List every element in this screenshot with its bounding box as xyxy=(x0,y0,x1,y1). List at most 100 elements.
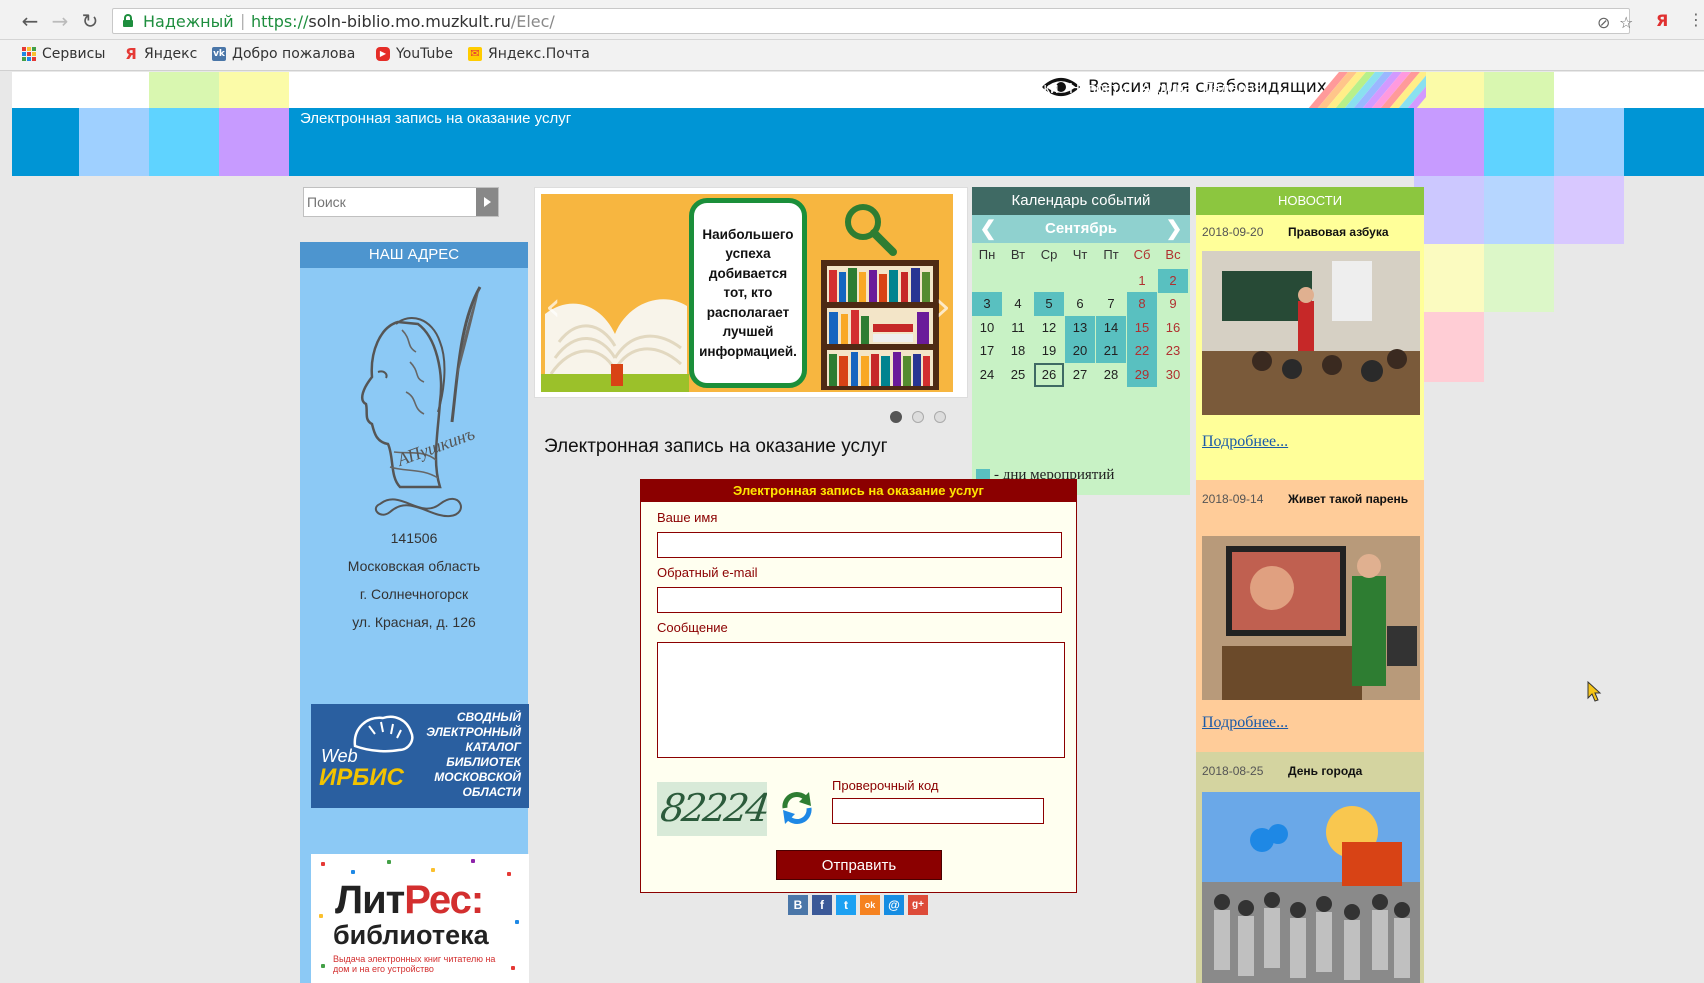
search-input[interactable] xyxy=(304,188,476,216)
calendar-day[interactable]: 15 xyxy=(1127,315,1157,340)
calendar-day: 26 xyxy=(1034,362,1064,387)
calendar-day[interactable]: 2 xyxy=(1158,268,1188,293)
litres-library-banner[interactable]: ЛитРес: библиотека Выдача электронных кн… xyxy=(311,854,529,983)
calendar-day[interactable]: 5 xyxy=(1034,292,1064,316)
events-calendar: Календарь событий ❮ Сентябрь ❯ Пн Вт Ср Чт П… xyxy=(972,187,1190,495)
menu-item-local-history[interactable]: Краеведение xyxy=(761,80,853,97)
email-field[interactable] xyxy=(657,587,1062,613)
menu-item-documents[interactable]: Документы xyxy=(535,80,612,97)
calendar-day: 24 xyxy=(979,366,995,382)
star-icon[interactable]: ☆ xyxy=(1619,13,1633,32)
slider-dot[interactable] xyxy=(912,411,924,423)
address-bar[interactable]: Надежный | https://soln-biblio.mo.muzkul… xyxy=(112,8,1633,34)
back-icon[interactable]: ← xyxy=(20,11,40,31)
news-more-link[interactable]: Подробнее... xyxy=(1202,714,1288,732)
news-photo-presentation[interactable] xyxy=(1202,536,1420,700)
bookmark-services[interactable]: Сервисы xyxy=(22,46,105,62)
news-title[interactable]: Живет такой парень xyxy=(1288,492,1418,507)
twitter-share-icon[interactable]: t xyxy=(836,895,856,915)
calendar-day[interactable]: 3 xyxy=(972,292,1002,316)
menu-item-news[interactable]: Новости xyxy=(1069,80,1127,97)
bookmark-yandex[interactable]: Я Яндекс xyxy=(124,46,197,62)
menu-item-e-registration[interactable]: Электронная запись на оказание услуг xyxy=(300,110,571,127)
slider-next-arrow[interactable]: › xyxy=(935,284,951,330)
calendar-day: 28 xyxy=(1103,366,1119,382)
irbis-catalog-banner[interactable]: Web ИРБИС СВОДНЫЙ ЭЛЕКТРОННЫЙ КАТАЛОГ БИ… xyxy=(311,704,529,808)
menu-item-events[interactable]: Афиша xyxy=(1141,80,1192,97)
irbis-brand: ИРБИС xyxy=(319,764,404,791)
secure-label: Надежный xyxy=(143,12,234,31)
refresh-captcha-icon[interactable] xyxy=(779,790,815,826)
calendar-next-icon[interactable]: ❯ xyxy=(1160,215,1188,243)
calendar-day: 17 xyxy=(979,343,995,358)
slider-dots xyxy=(890,411,946,423)
calendar-day: 18 xyxy=(1010,343,1026,358)
googleplus-share-icon[interactable]: g+ xyxy=(908,895,928,915)
mouse-cursor-icon xyxy=(1587,680,1602,702)
menu-item-structure[interactable]: Структура xyxy=(450,80,521,97)
decor-tile xyxy=(1414,312,1484,382)
search-button[interactable] xyxy=(476,188,498,216)
news-heading: НОВОСТИ xyxy=(1196,187,1424,215)
yandex-extension-icon[interactable]: Я xyxy=(1656,11,1668,30)
calendar-weekday: Сб xyxy=(1133,247,1151,262)
calendar-weekday: Пн xyxy=(978,247,996,262)
calendar-day: 6 xyxy=(1076,296,1084,311)
menu-item-new-books[interactable]: Книжные новинки xyxy=(628,80,751,97)
calendar-weekday: Ср xyxy=(1040,247,1058,262)
menu-item-useful-links[interactable]: Полезные ссылки xyxy=(935,80,1059,97)
decor-tile xyxy=(1484,108,1554,176)
slider-prev-arrow[interactable]: ‹ xyxy=(545,284,561,330)
menu-item-services[interactable]: Услуги xyxy=(871,80,917,97)
facebook-share-icon[interactable]: f xyxy=(812,895,832,915)
browser-toolbar: ← → ↻ Надежный | https://soln-biblio.mo.… xyxy=(0,0,1704,40)
forward-icon[interactable]: → xyxy=(50,11,70,31)
news-photo-city-day[interactable] xyxy=(1202,792,1420,983)
news-more-link[interactable]: Подробнее... xyxy=(1202,433,1288,451)
slider-dot[interactable] xyxy=(934,411,946,423)
calendar-day[interactable]: 14 xyxy=(1096,315,1126,340)
menu-icon[interactable]: ⋮ xyxy=(1688,10,1704,30)
address-heading: НАШ АДРЕС xyxy=(300,242,528,268)
bookshelf-icon xyxy=(821,260,939,390)
decor-tile xyxy=(1414,244,1484,312)
bookmark-vk[interactable]: vk Добро пожалова xyxy=(212,46,355,62)
slider-dot[interactable] xyxy=(890,411,902,423)
web-page: Версия для слабовидящих Главная Контакты… xyxy=(12,72,1704,983)
calendar-day[interactable]: 8 xyxy=(1127,292,1157,316)
news-photo-classroom[interactable] xyxy=(1202,251,1420,415)
menu-item-contacts[interactable]: Контакты xyxy=(365,80,430,97)
submit-button[interactable]: Отправить xyxy=(776,850,942,880)
calendar-prev-icon[interactable]: ❮ xyxy=(974,215,1002,243)
calendar-day[interactable]: 20 xyxy=(1065,339,1095,363)
vk-share-icon[interactable]: В xyxy=(788,895,808,915)
litres-subtitle: библиотека xyxy=(333,920,489,950)
message-field[interactable] xyxy=(657,642,1065,758)
news-date: 2018-09-14 xyxy=(1202,492,1264,506)
message-label: Сообщение xyxy=(657,620,728,635)
reload-icon[interactable]: ↻ xyxy=(80,11,100,31)
calendar-day[interactable]: 21 xyxy=(1096,339,1126,363)
bookmark-yandex-mail[interactable]: ✉ Яндекс.Почта xyxy=(468,46,590,62)
address-city: г. Солнечногорск xyxy=(359,586,469,602)
news-date: 2018-08-25 xyxy=(1202,764,1264,778)
vk-icon: vk xyxy=(212,47,226,61)
translate-icon[interactable]: ⊘ xyxy=(1597,13,1610,32)
mailru-share-icon[interactable]: @ xyxy=(884,895,904,915)
bookmark-youtube[interactable]: ▶ YouTube xyxy=(376,46,453,62)
calendar-day[interactable]: 22 xyxy=(1127,339,1157,363)
news-title[interactable]: День города xyxy=(1288,764,1418,779)
menu-item-home[interactable]: Главная xyxy=(300,80,357,97)
menu-item-gallery[interactable]: Галерея xyxy=(1205,80,1263,97)
decor-tile xyxy=(149,72,219,108)
url-text[interactable]: https://soln-biblio.mo.muzkult.ru/Elec/ xyxy=(251,12,555,31)
irbis-caption: СВОДНЫЙ ЭЛЕКТРОННЫЙ КАТАЛОГ БИБЛИОТЕК МО… xyxy=(426,710,521,799)
captcha-field[interactable] xyxy=(832,798,1044,824)
calendar-day: 12 xyxy=(1041,319,1057,335)
news-title[interactable]: Правовая азбука xyxy=(1288,225,1418,240)
pushkin-portrait-image: АПушкинъ xyxy=(361,286,482,518)
calendar-day[interactable]: 29 xyxy=(1127,362,1157,387)
calendar-day[interactable]: 13 xyxy=(1065,315,1095,340)
odnoklassniki-share-icon[interactable]: ok xyxy=(860,895,880,915)
name-field[interactable] xyxy=(657,532,1062,558)
